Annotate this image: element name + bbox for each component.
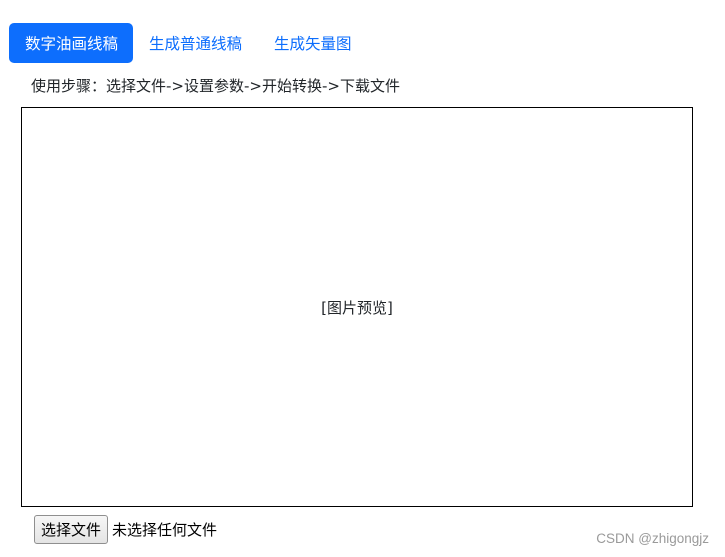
watermark: CSDN @zhigongjz [596, 531, 709, 546]
tab-vector-image[interactable]: 生成矢量图 [258, 23, 368, 63]
tab-normal-lineart[interactable]: 生成普通线稿 [133, 23, 258, 63]
image-preview-box: [图片预览] [21, 107, 693, 507]
file-input: 选择文件 未选择任何文件 [34, 515, 217, 544]
mode-tabs: 数字油画线稿 生成普通线稿 生成矢量图 [9, 23, 368, 63]
file-status-text: 未选择任何文件 [112, 521, 218, 539]
tab-digital-oil-painting-lineart[interactable]: 数字油画线稿 [9, 23, 134, 63]
choose-file-button[interactable]: 选择文件 [34, 515, 109, 544]
image-preview-placeholder: [图片预览] [321, 298, 393, 317]
usage-steps: 使用步骤：选择文件->设置参数->开始转换->下载文件 [31, 77, 400, 95]
